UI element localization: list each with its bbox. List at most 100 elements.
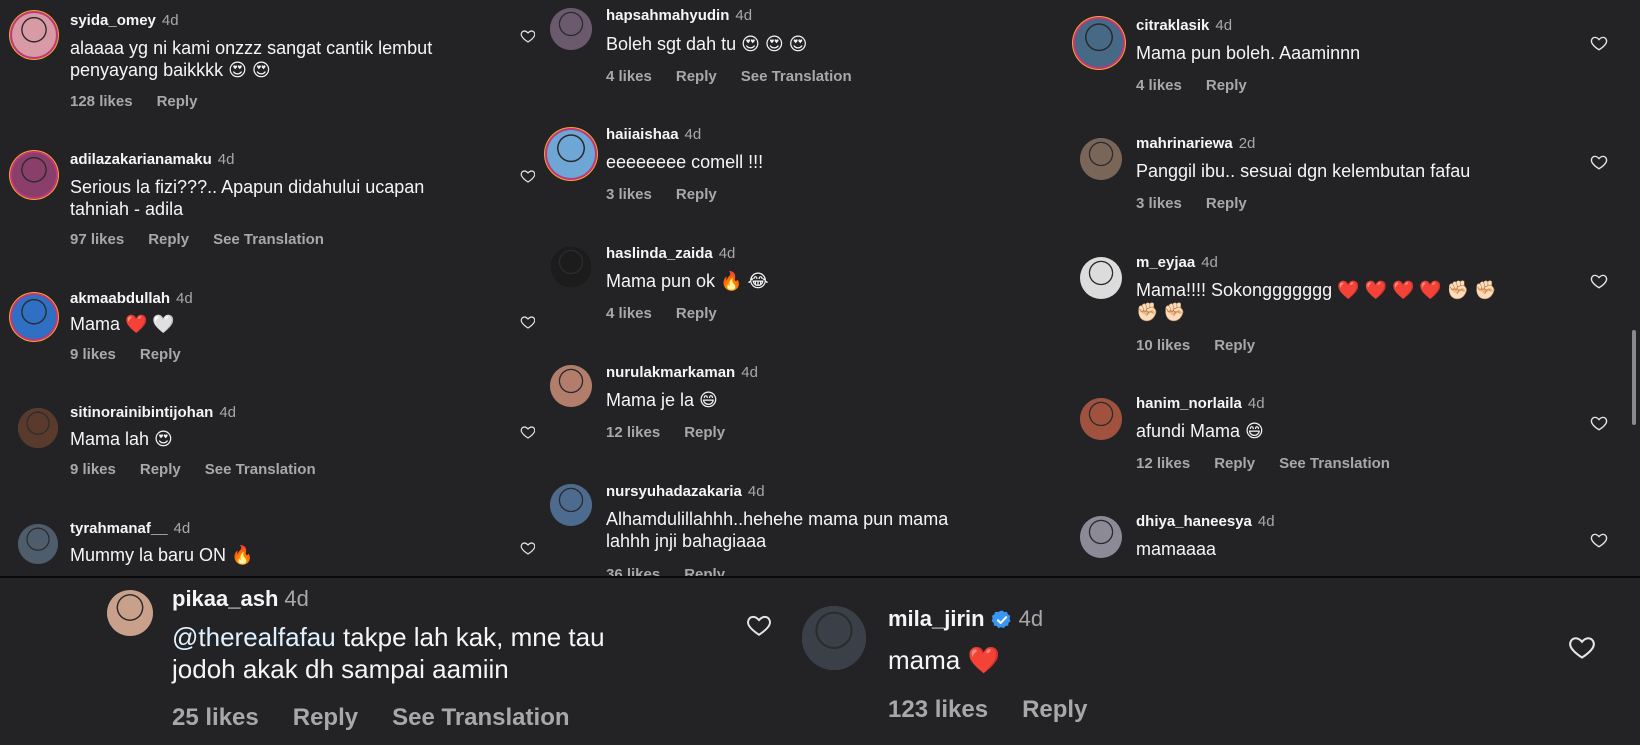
avatar[interactable] [550, 8, 592, 50]
avatar[interactable] [1080, 257, 1122, 299]
avatar[interactable] [547, 130, 595, 178]
avatar[interactable] [550, 484, 592, 526]
avatar[interactable] [107, 590, 153, 636]
username-text[interactable]: nursyuhadazakaria [606, 483, 742, 500]
username[interactable]: m_eyjaa 4d [1136, 254, 1218, 271]
likes-count[interactable]: 12 likes [1136, 455, 1190, 472]
username-text[interactable]: sitinorainibintijohan [70, 404, 213, 421]
heart-icon[interactable] [520, 168, 535, 184]
likes-count[interactable]: 97 likes [70, 231, 124, 248]
see-translation-link[interactable]: See Translation [741, 68, 852, 85]
username-text[interactable]: syida_omey [70, 12, 156, 29]
username[interactable]: pikaa_ash 4d [172, 586, 309, 612]
username-text[interactable]: dhiya_haneesya [1136, 513, 1252, 530]
heart-icon[interactable] [520, 314, 535, 330]
avatar[interactable] [550, 365, 592, 407]
username[interactable]: nursyuhadazakaria 4d [606, 483, 765, 500]
likes-count[interactable]: 10 likes [1136, 337, 1190, 354]
reply-link[interactable]: Reply [676, 68, 717, 85]
username[interactable]: sitinorainibintijohan 4d [70, 404, 236, 421]
heart-icon[interactable] [520, 424, 535, 440]
username-text[interactable]: mila_jirin [888, 606, 985, 631]
likes-count[interactable]: 9 likes [70, 461, 116, 478]
see-translation-link[interactable]: See Translation [392, 704, 569, 731]
avatar[interactable] [12, 153, 56, 197]
likes-count[interactable]: 4 likes [606, 305, 652, 322]
username-text[interactable]: adilazakarianamaku [70, 151, 212, 168]
likes-count[interactable]: 12 likes [606, 424, 660, 441]
heart-icon[interactable] [1568, 633, 1596, 661]
reply-link[interactable]: Reply [157, 93, 198, 110]
see-translation-link[interactable]: See Translation [205, 461, 316, 478]
username[interactable]: mila_jirin 4d [888, 606, 1043, 632]
heart-icon[interactable] [520, 540, 535, 556]
reply-link[interactable]: Reply [676, 305, 717, 322]
avatar[interactable] [802, 606, 866, 670]
username-text[interactable]: hapsahmahyudin [606, 7, 729, 24]
heart-icon[interactable] [1590, 153, 1608, 171]
see-translation-link[interactable]: See Translation [213, 231, 324, 248]
avatar[interactable] [1080, 398, 1122, 440]
username[interactable]: nurulakmarkaman 4d [606, 364, 758, 381]
likes-count[interactable]: 4 likes [1136, 77, 1182, 94]
heart-icon[interactable] [1590, 272, 1608, 290]
avatar[interactable] [1075, 19, 1123, 67]
username-text[interactable]: m_eyjaa [1136, 254, 1195, 271]
reply-link[interactable]: Reply [1206, 195, 1247, 212]
reply-link[interactable]: Reply [684, 566, 725, 576]
reply-link[interactable]: Reply [1022, 696, 1087, 723]
username[interactable]: tyrahmanaf__ 4d [70, 520, 190, 537]
heart-icon[interactable] [1590, 414, 1608, 432]
username-text[interactable]: hanim_norlaila [1136, 395, 1242, 412]
username-text[interactable]: mahrinariewa [1136, 135, 1233, 152]
likes-count[interactable]: 36 likes [606, 566, 660, 576]
reply-link[interactable]: Reply [676, 186, 717, 203]
avatar[interactable] [12, 295, 56, 339]
likes-count[interactable]: 4 likes [606, 68, 652, 85]
username-text[interactable]: akmaabdullah [70, 290, 170, 307]
mention-link[interactable]: @therealfafau [172, 622, 336, 652]
username[interactable]: mahrinariewa 2d [1136, 135, 1255, 152]
username[interactable]: adilazakarianamaku 4d [70, 151, 234, 168]
reply-link[interactable]: Reply [1214, 337, 1255, 354]
reply-link[interactable]: Reply [293, 704, 358, 731]
avatar[interactable] [12, 13, 56, 57]
likes-count[interactable]: 25 likes [172, 704, 259, 731]
avatar[interactable] [18, 524, 58, 564]
likes-count[interactable]: 3 likes [1136, 195, 1182, 212]
reply-link[interactable]: Reply [148, 231, 189, 248]
heart-icon[interactable] [1590, 34, 1608, 52]
avatar[interactable] [550, 246, 592, 288]
scrollbar-thumb[interactable] [1632, 330, 1636, 425]
username-text[interactable]: pikaa_ash [172, 586, 278, 611]
see-translation-link[interactable]: See Translation [1279, 455, 1390, 472]
username[interactable]: citraklasik 4d [1136, 17, 1232, 34]
likes-count[interactable]: 123 likes [888, 696, 988, 723]
username-text[interactable]: tyrahmanaf__ [70, 520, 168, 537]
reply-link[interactable]: Reply [1206, 77, 1247, 94]
avatar[interactable] [1080, 516, 1122, 558]
reply-link[interactable]: Reply [140, 346, 181, 363]
username-text[interactable]: nurulakmarkaman [606, 364, 735, 381]
likes-count[interactable]: 9 likes [70, 346, 116, 363]
reply-link[interactable]: Reply [140, 461, 181, 478]
username[interactable]: akmaabdullah 4d [70, 290, 193, 307]
username-text[interactable]: citraklasik [1136, 17, 1209, 34]
username[interactable]: dhiya_haneesya 4d [1136, 513, 1275, 530]
avatar[interactable] [1080, 138, 1122, 180]
heart-icon[interactable] [1590, 531, 1608, 549]
username[interactable]: haslinda_zaida 4d [606, 245, 735, 262]
username-text[interactable]: haiiaishaa [606, 126, 679, 143]
reply-link[interactable]: Reply [1214, 455, 1255, 472]
reply-link[interactable]: Reply [684, 424, 725, 441]
likes-count[interactable]: 3 likes [606, 186, 652, 203]
username[interactable]: hanim_norlaila 4d [1136, 395, 1265, 412]
username[interactable]: hapsahmahyudin 4d [606, 7, 752, 24]
username[interactable]: haiiaishaa 4d [606, 126, 701, 143]
heart-icon[interactable] [520, 28, 535, 44]
avatar[interactable] [18, 408, 58, 448]
username-text[interactable]: haslinda_zaida [606, 245, 713, 262]
likes-count[interactable]: 128 likes [70, 93, 133, 110]
username[interactable]: syida_omey 4d [70, 12, 179, 29]
heart-icon[interactable] [746, 612, 772, 638]
